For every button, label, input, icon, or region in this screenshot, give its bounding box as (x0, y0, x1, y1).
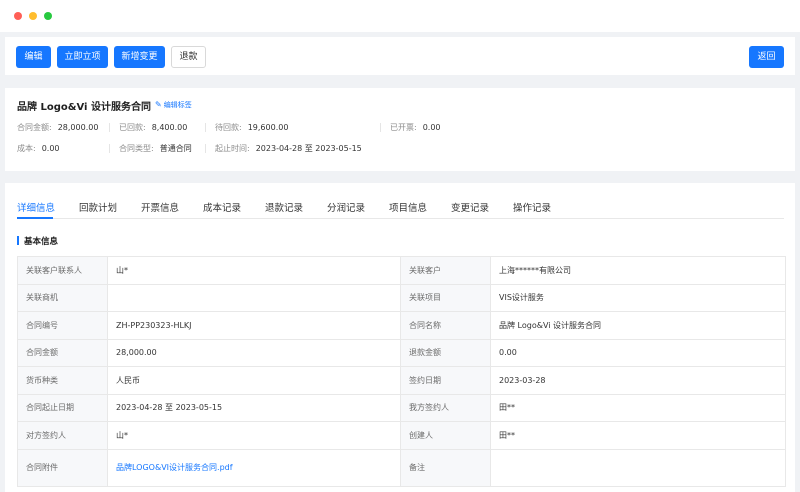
field-value: 上海******有限公司 (490, 256, 786, 285)
divider (205, 123, 206, 132)
table-row: 合同金额 28,000.00 退款金额 0.00 (17, 338, 786, 367)
tab-invoice-info[interactable]: 开票信息 (141, 200, 179, 214)
field-label: 货币种类 (17, 366, 108, 395)
field-value: 山* (107, 421, 401, 450)
field-value: 2023-03-28 (490, 366, 786, 395)
attachment-link[interactable]: 品牌LOGO&VI设计服务合同.pdf (116, 463, 233, 472)
action-toolbar: 编辑 立即立项 新增变更 退款 返回 (5, 37, 795, 75)
tab-change-records[interactable]: 变更记录 (451, 200, 489, 214)
section-title-basic-info: 基本信息 (17, 235, 58, 247)
tab-payment-plan[interactable]: 回款计划 (79, 200, 117, 214)
close-window-icon[interactable] (14, 12, 22, 20)
field-label: 关联项目 (400, 283, 491, 312)
field-value (107, 283, 401, 312)
basic-info-table: 关联客户联系人 山* 关联客户 上海******有限公司 关联商机 关联项目 V… (17, 256, 786, 487)
approve-project-button[interactable]: 立即立项 (57, 46, 108, 68)
divider (109, 144, 110, 153)
field-value: ZH-PP230323-HLKJ (107, 311, 401, 340)
divider (380, 123, 381, 132)
tab-profit-share-records[interactable]: 分润记录 (327, 200, 365, 214)
tab-cost-records[interactable]: 成本记录 (203, 200, 241, 214)
field-value: 田** (490, 421, 786, 450)
minimize-window-icon[interactable] (29, 12, 37, 20)
table-row: 关联客户联系人 山* 关联客户 上海******有限公司 (17, 256, 786, 285)
field-label: 合同名称 (400, 311, 491, 340)
attachment-cell: 品牌LOGO&VI设计服务合同.pdf (107, 448, 401, 487)
table-row: 合同编号 ZH-PP230323-HLKJ 合同名称 品牌 Logo&Vi 设计… (17, 311, 786, 340)
contract-summary-card: 品牌 Logo&Vi 设计服务合同 ✎ 编辑标签 合同金额: 28,000.00 已… (5, 88, 795, 171)
table-row: 货币种类 人民币 签约日期 2023-03-28 (17, 366, 786, 395)
maximize-window-icon[interactable] (44, 12, 52, 20)
field-value: 田** (490, 393, 786, 422)
received-amount: 已回款: 8,400.00 (119, 123, 188, 132)
field-label: 退款金额 (400, 338, 491, 367)
field-label: 签约日期 (400, 366, 491, 395)
field-label: 合同编号 (17, 311, 108, 340)
tab-details[interactable]: 详细信息 (17, 200, 55, 214)
pencil-icon: ✎ (155, 100, 162, 109)
table-row: 对方签约人 山* 创建人 田** (17, 421, 786, 450)
edit-tag-link[interactable]: ✎ 编辑标签 (155, 100, 192, 110)
invoiced-amount: 已开票: 0.00 (390, 123, 441, 132)
field-label: 对方签约人 (17, 421, 108, 450)
edit-tag-label: 编辑标签 (163, 101, 192, 109)
field-value (490, 448, 786, 487)
tab-project-info[interactable]: 项目信息 (389, 200, 427, 214)
field-label: 合同金额 (17, 338, 108, 367)
edit-button[interactable]: 编辑 (16, 46, 51, 68)
field-label: 关联商机 (17, 283, 108, 312)
field-label: 关联客户联系人 (17, 256, 108, 285)
tab-operation-records[interactable]: 操作记录 (513, 200, 551, 214)
divider (205, 144, 206, 153)
refund-button[interactable]: 退款 (171, 46, 206, 68)
field-label: 备注 (400, 448, 491, 487)
tab-refund-records[interactable]: 退款记录 (265, 200, 303, 214)
field-value: 0.00 (490, 338, 786, 367)
divider (109, 123, 110, 132)
cost-amount: 成本: 0.00 (17, 144, 60, 153)
detail-tabs: 详细信息 回款计划 开票信息 成本记录 退款记录 分润记录 项目信息 变更记录 … (17, 195, 784, 219)
field-value: VIS设计服务 (490, 283, 786, 312)
field-value: 山* (107, 256, 401, 285)
back-button[interactable]: 返回 (749, 46, 784, 68)
contract-title: 品牌 Logo&Vi 设计服务合同 (17, 102, 151, 113)
table-row: 关联商机 关联项目 VIS设计服务 (17, 283, 786, 312)
field-label: 我方签约人 (400, 393, 491, 422)
window-titlebar (0, 0, 800, 32)
contract-amount: 合同金额: 28,000.00 (17, 123, 99, 132)
contract-type: 合同类型: 普通合同 (119, 144, 192, 153)
field-label: 合同起止日期 (17, 393, 108, 422)
pending-amount: 待回款: 19,600.00 (215, 123, 289, 132)
table-row: 合同起止日期 2023-04-28 至 2023-05-15 我方签约人 田** (17, 393, 786, 422)
field-label: 关联客户 (400, 256, 491, 285)
add-change-button[interactable]: 新增变更 (114, 46, 165, 68)
field-value: 品牌 Logo&Vi 设计服务合同 (490, 311, 786, 340)
table-row: 合同附件 品牌LOGO&VI设计服务合同.pdf 备注 (17, 448, 786, 487)
active-tab-indicator (17, 217, 53, 219)
field-value: 28,000.00 (107, 338, 401, 367)
detail-panel: 详细信息 回款计划 开票信息 成本记录 退款记录 分润记录 项目信息 变更记录 … (5, 183, 795, 492)
field-label: 创建人 (400, 421, 491, 450)
field-value: 人民币 (107, 366, 401, 395)
field-value: 2023-04-28 至 2023-05-15 (107, 393, 401, 422)
field-label: 合同附件 (17, 448, 108, 487)
contract-period: 起止时间: 2023-04-28 至 2023-05-15 (215, 144, 362, 153)
